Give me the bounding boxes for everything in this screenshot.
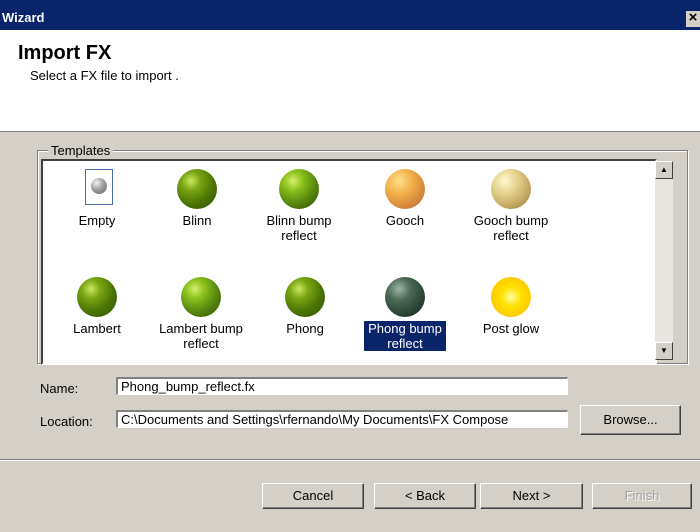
next-button[interactable]: Next > [480,483,583,509]
wizard-header: Import FX Select a FX file to import . [0,30,700,132]
location-field[interactable] [116,410,568,428]
templates-group-label: Templates [48,143,114,158]
template-label: Blinn bump reflect [266,213,332,243]
back-button[interactable]: < Back [374,483,476,509]
templates-list[interactable]: Empty Blinn Blinn bump reflect Gooch Goo… [41,159,657,365]
template-item-lambert[interactable]: Lambert [47,275,147,336]
gooch-bump-reflect-sphere-icon [491,169,531,209]
blinn-bump-reflect-sphere-icon [279,169,319,209]
footer-divider [0,459,700,461]
template-label: Gooch [385,213,425,228]
cancel-button[interactable]: Cancel [262,483,364,509]
template-item-phong-bump-reflect[interactable]: Phong bump reflect [355,275,455,351]
title-bar: Wizard × [0,0,700,30]
page-title: Import FX [18,42,112,64]
close-icon[interactable]: × [686,10,700,27]
lambert-sphere-icon [77,277,117,317]
phong-bump-reflect-sphere-icon [385,277,425,317]
name-label: Name: [40,381,79,396]
gooch-sphere-icon [385,169,425,209]
post-glow-sphere-icon [491,277,531,317]
name-field[interactable] [116,377,568,395]
finish-button[interactable]: Finish [592,483,692,509]
template-item-empty[interactable]: Empty [47,167,147,228]
browse-button[interactable]: Browse... [580,405,681,435]
template-item-gooch[interactable]: Gooch [355,167,455,228]
template-label: Lambert bump reflect [159,321,243,351]
template-item-post-glow[interactable]: Post glow [461,275,561,336]
template-label: Empty [78,213,116,228]
scroll-down-icon[interactable]: ▼ [655,342,673,360]
template-label: Lambert [73,321,121,336]
blinn-sphere-icon [177,169,217,209]
template-item-blinn[interactable]: Blinn [147,167,247,228]
template-item-lambert-bump-reflect[interactable]: Lambert bump reflect [151,275,251,351]
template-label: Blinn [182,213,212,228]
template-item-gooch-bump-reflect[interactable]: Gooch bump reflect [461,167,561,243]
templates-scrollbar[interactable]: ▲ ▼ [655,161,673,360]
template-label: Phong bump reflect [364,321,446,351]
template-label: Gooch bump reflect [473,213,549,243]
page-subtitle: Select a FX file to import . [30,68,179,83]
template-label: Phong [286,321,324,336]
template-item-blinn-bump-reflect[interactable]: Blinn bump reflect [249,167,349,243]
lambert-bump-reflect-sphere-icon [181,277,221,317]
phong-sphere-icon [285,277,325,317]
template-label: Post glow [482,321,540,336]
empty-file-icon [85,169,113,205]
window-title: Wizard [2,10,45,25]
scroll-up-icon[interactable]: ▲ [655,161,673,179]
location-label: Location: [40,414,93,429]
template-item-phong[interactable]: Phong [255,275,355,336]
